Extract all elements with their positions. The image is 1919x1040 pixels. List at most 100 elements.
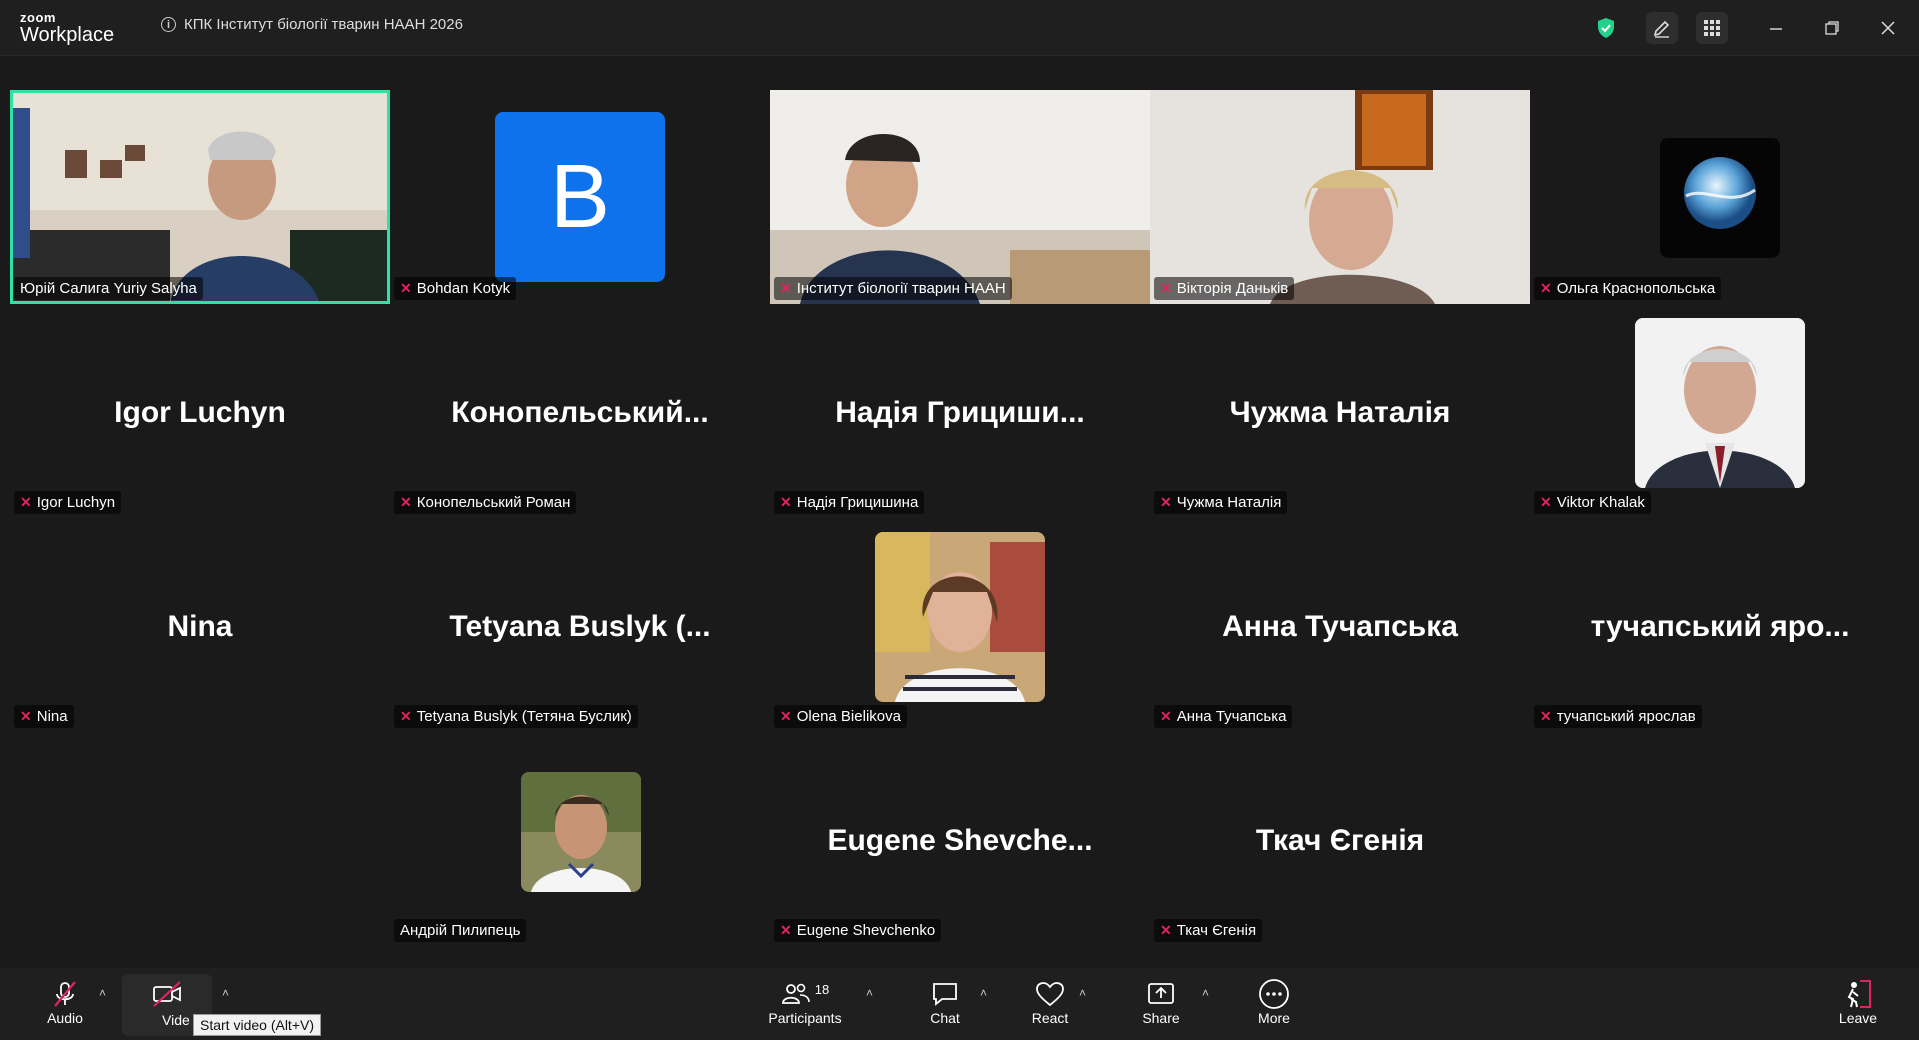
participant-display-name: Tetyana Buslyk (...	[449, 610, 711, 643]
participant-tile[interactable]: Ткач Єгенія ✕ Ткач Єгенія	[1150, 732, 1530, 946]
participant-tile[interactable]: Eugene Shevche... ✕ Eugene Shevchenko	[770, 732, 1150, 946]
chat-button[interactable]: Chat	[920, 978, 970, 1026]
mic-muted-icon	[40, 978, 90, 1010]
meeting-info[interactable]: i КПК Інститут біології тварин НААН 2026	[161, 16, 463, 33]
mic-muted-icon: ✕	[1540, 494, 1552, 510]
participant-name: Андрій Пилипець	[400, 922, 521, 939]
participant-tile[interactable]: ✕ Вікторія Даньків	[1150, 90, 1530, 304]
audio-options-caret[interactable]: ˄	[99, 986, 106, 1000]
video-tooltip: Start video (Alt+V)	[193, 1014, 321, 1036]
mic-muted-icon: ✕	[1540, 708, 1552, 724]
leave-label: Leave	[1838, 1010, 1878, 1026]
participant-label: ✕ Анна Тучапська	[1154, 705, 1293, 728]
participant-name: Чужма Наталія	[1176, 494, 1282, 511]
mic-muted-icon: ✕	[780, 494, 792, 510]
mic-muted-icon: ✕	[400, 494, 412, 510]
initial-avatar: B	[495, 112, 665, 282]
mic-muted-icon: ✕	[400, 280, 412, 296]
participant-label: ✕ тучапський ярослав	[1534, 705, 1702, 728]
participant-name: Вікторія Даньків	[1176, 280, 1289, 297]
participant-name: Nina	[36, 708, 68, 725]
gallery-view: Юрій Салига Yuriy Salyha B ✕ Bohdan Koty…	[10, 90, 1910, 958]
minimize-icon[interactable]	[1760, 12, 1792, 44]
participant-display-name: Ткач Єгенія	[1255, 824, 1425, 857]
participant-tile[interactable]: Надія Грициши... ✕ Надія Грицишина	[770, 304, 1150, 518]
participant-tile[interactable]: Анна Тучапська ✕ Анна Тучапська	[1150, 518, 1530, 732]
participant-display-name: Анна Тучапська	[1222, 610, 1458, 643]
participant-tile[interactable]: B ✕ Bohdan Kotyk	[390, 90, 770, 304]
participant-video	[10, 90, 390, 304]
participant-label: ✕ Viktor Khalak	[1534, 491, 1651, 514]
leave-button[interactable]: Leave	[1833, 978, 1883, 1026]
annotate-pencil-icon[interactable]	[1646, 12, 1678, 44]
participant-tile[interactable]: Конопельський... ✕ Конопельський Роман	[390, 304, 770, 518]
participant-name: Конопельський Роман	[416, 494, 571, 511]
participants-icon: 18	[760, 978, 850, 1010]
avatar-initial: B	[549, 146, 611, 247]
globe-avatar	[1660, 138, 1780, 258]
participant-display-name: Конопельський...	[451, 396, 709, 429]
participant-tile[interactable]: Юрій Салига Yuriy Salyha	[10, 90, 390, 304]
participant-video	[770, 90, 1150, 304]
participant-tile[interactable]: ✕ Viktor Khalak	[1530, 304, 1910, 518]
share-screen-icon	[1136, 978, 1186, 1010]
info-icon[interactable]: i	[161, 17, 176, 32]
participant-name: Юрій Салига Yuriy Salyha	[20, 280, 197, 297]
participants-count: 18	[814, 981, 830, 997]
participant-display-name: Igor Luchyn	[114, 396, 286, 429]
mic-muted-icon: ✕	[1160, 922, 1172, 938]
restore-icon[interactable]	[1816, 12, 1848, 44]
participant-name: Tetyana Buslyk (Тетяна Буслик)	[416, 708, 632, 725]
brand-bottom: Workplace	[20, 24, 115, 46]
mic-muted-icon: ✕	[780, 708, 792, 724]
chat-icon	[920, 978, 970, 1010]
profile-photo	[875, 532, 1045, 702]
participant-tile[interactable]: ✕ Olena Bielikova	[770, 518, 1150, 732]
mic-muted-icon: ✕	[400, 708, 412, 724]
participant-label: ✕ Olena Bielikova	[774, 705, 907, 728]
video-off-icon	[122, 978, 212, 1010]
participant-tile[interactable]: ✕ Ольга Краснопольська	[1530, 90, 1910, 304]
participant-name: Bohdan Kotyk	[416, 280, 511, 297]
profile-photo	[1635, 318, 1805, 488]
participant-label: ✕ Надія Грицишина	[774, 491, 925, 514]
video-options-caret[interactable]: ˄	[222, 986, 229, 1000]
participant-name: Olena Bielikova	[796, 708, 901, 725]
profile-photo	[521, 772, 641, 892]
share-label: Share	[1142, 1010, 1180, 1026]
mic-muted-icon: ✕	[780, 922, 792, 938]
mic-muted-icon: ✕	[1160, 280, 1172, 296]
audio-button[interactable]: Audio	[40, 978, 90, 1026]
chat-label: Chat	[930, 1010, 960, 1026]
participant-name: Ткач Єгенія	[1176, 922, 1257, 939]
participants-label: Participants	[768, 1010, 842, 1026]
participant-tile[interactable]: Nina ✕ Nina	[10, 518, 390, 732]
chat-options-caret[interactable]: ˄	[980, 986, 987, 1000]
mic-muted-icon: ✕	[20, 494, 32, 510]
participant-tile[interactable]: Чужма Наталія ✕ Чужма Наталія	[1150, 304, 1530, 518]
react-button[interactable]: React	[1025, 978, 1075, 1026]
participant-video	[1150, 90, 1530, 304]
participant-tile[interactable]: Igor Luchyn ✕ Igor Luchyn	[10, 304, 390, 518]
heart-icon	[1025, 978, 1075, 1010]
participant-label: ✕ Bohdan Kotyk	[394, 277, 517, 300]
participants-options-caret[interactable]: ˄	[866, 986, 873, 1000]
participant-display-name: Надія Грициши...	[835, 396, 1085, 429]
participant-name: Igor Luchyn	[36, 494, 116, 511]
participant-name: Надія Грицишина	[796, 494, 919, 511]
security-shield-icon[interactable]	[1590, 12, 1622, 44]
share-button[interactable]: Share	[1136, 978, 1186, 1026]
participant-tile[interactable]: ✕ Інститут біології тварин НААН	[770, 90, 1150, 304]
close-icon[interactable]	[1872, 12, 1904, 44]
apps-grid-icon[interactable]	[1696, 12, 1728, 44]
share-options-caret[interactable]: ˄	[1202, 986, 1209, 1000]
mic-muted-icon: ✕	[1540, 280, 1552, 296]
more-button[interactable]: More	[1249, 978, 1299, 1026]
participant-tile[interactable]: тучапський яро... ✕ тучапський ярослав	[1530, 518, 1910, 732]
participants-button[interactable]: 18 Participants	[760, 978, 850, 1027]
participant-label: ✕ Ткач Єгенія	[1154, 919, 1263, 942]
react-options-caret[interactable]: ˄	[1079, 986, 1086, 1000]
participant-label: ✕ Інститут біології тварин НААН	[774, 277, 1012, 300]
participant-tile[interactable]: Андрій Пилипець	[390, 732, 770, 946]
participant-tile[interactable]: Tetyana Buslyk (... ✕ Tetyana Buslyk (Те…	[390, 518, 770, 732]
